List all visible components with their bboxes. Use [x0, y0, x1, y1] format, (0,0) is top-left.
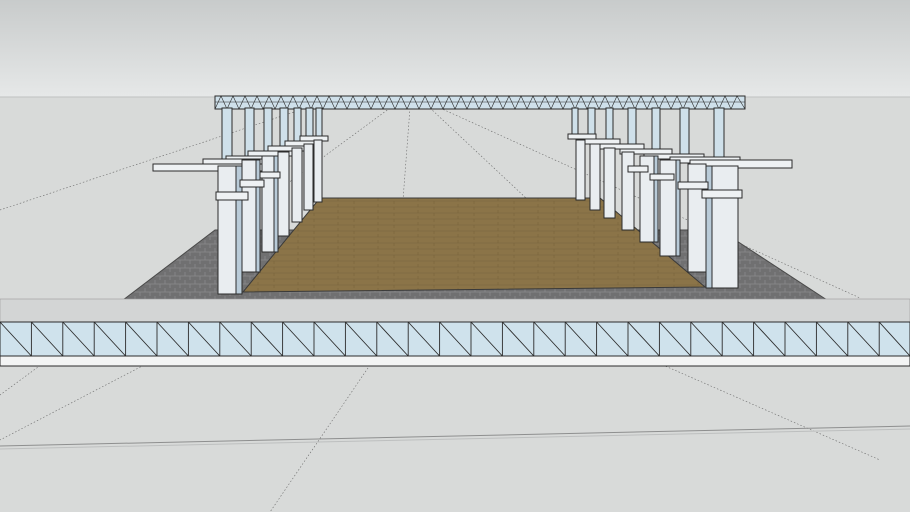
roof-truss	[214, 95, 746, 110]
foreground-truss	[0, 298, 910, 367]
3d-model-viewport[interactable]	[0, 0, 910, 512]
sky	[0, 0, 910, 97]
